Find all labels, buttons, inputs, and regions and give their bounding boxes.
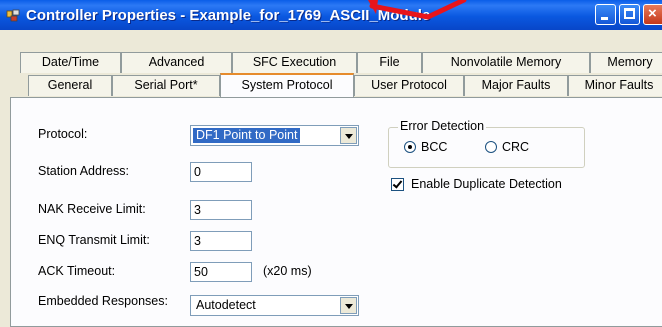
minimize-icon <box>601 17 608 20</box>
chevron-down-icon[interactable] <box>340 127 357 144</box>
maximize-button[interactable] <box>619 4 640 25</box>
tab-advanced[interactable]: Advanced <box>121 52 232 73</box>
tab-serial-port[interactable]: Serial Port* <box>112 75 220 96</box>
chevron-down-icon[interactable] <box>340 297 357 314</box>
tab-major-faults[interactable]: Major Faults <box>464 75 568 96</box>
duplicate-detection-checkbox[interactable] <box>391 178 404 191</box>
ack-timeout-unit: (x20 ms) <box>263 264 312 278</box>
nak-receive-limit-field[interactable]: 3 <box>190 200 252 220</box>
protocol-label: Protocol: <box>38 127 88 141</box>
nak-receive-limit-label: NAK Receive Limit: <box>38 202 146 216</box>
tab-general[interactable]: General <box>28 75 112 96</box>
minimize-button[interactable] <box>595 4 616 25</box>
tab-nonvolatile-memory[interactable]: Nonvolatile Memory <box>422 52 590 73</box>
crc-label: CRC <box>502 140 530 154</box>
tab-sfc-execution[interactable]: SFC Execution <box>232 52 357 73</box>
tab-system-protocol[interactable]: System Protocol <box>220 73 354 97</box>
embedded-responses-value: Autodetect <box>196 298 256 312</box>
maximize-icon <box>624 8 635 19</box>
tab-user-protocol[interactable]: User Protocol <box>354 75 464 96</box>
station-address-field[interactable]: 0 <box>190 162 252 182</box>
embedded-responses-select[interactable]: Autodetect <box>190 295 359 316</box>
title-bar[interactable]: Controller Properties - Example_for_1769… <box>0 0 662 30</box>
embedded-responses-label: Embedded Responses: <box>38 294 168 308</box>
bcc-label: BCC <box>421 140 448 154</box>
bcc-radio[interactable] <box>404 141 416 153</box>
crc-radio[interactable] <box>485 141 497 153</box>
error-detection-title: Error Detection <box>398 119 487 133</box>
ack-timeout-label: ACK Timeout: <box>38 264 116 278</box>
protocol-value: DF1 Point to Point <box>193 128 301 143</box>
protocol-select[interactable]: DF1 Point to Point <box>190 125 359 146</box>
duplicate-detection-label: Enable Duplicate Detection <box>411 177 562 191</box>
window-title: Controller Properties - Example_for_1769… <box>26 7 431 24</box>
station-address-label: Station Address: <box>38 164 130 178</box>
tab-memory[interactable]: Memory <box>590 52 662 73</box>
app-icon <box>6 9 20 22</box>
enq-transmit-limit-field[interactable]: 3 <box>190 231 252 251</box>
tab-file[interactable]: File <box>357 52 422 73</box>
close-icon: × <box>648 5 657 22</box>
enq-transmit-limit-label: ENQ Transmit Limit: <box>38 233 150 247</box>
ack-timeout-field[interactable]: 50 <box>190 262 252 282</box>
close-button[interactable]: × <box>643 4 662 25</box>
tab-minor-faults[interactable]: Minor Faults <box>568 75 662 96</box>
tab-date-time[interactable]: Date/Time <box>20 52 121 73</box>
